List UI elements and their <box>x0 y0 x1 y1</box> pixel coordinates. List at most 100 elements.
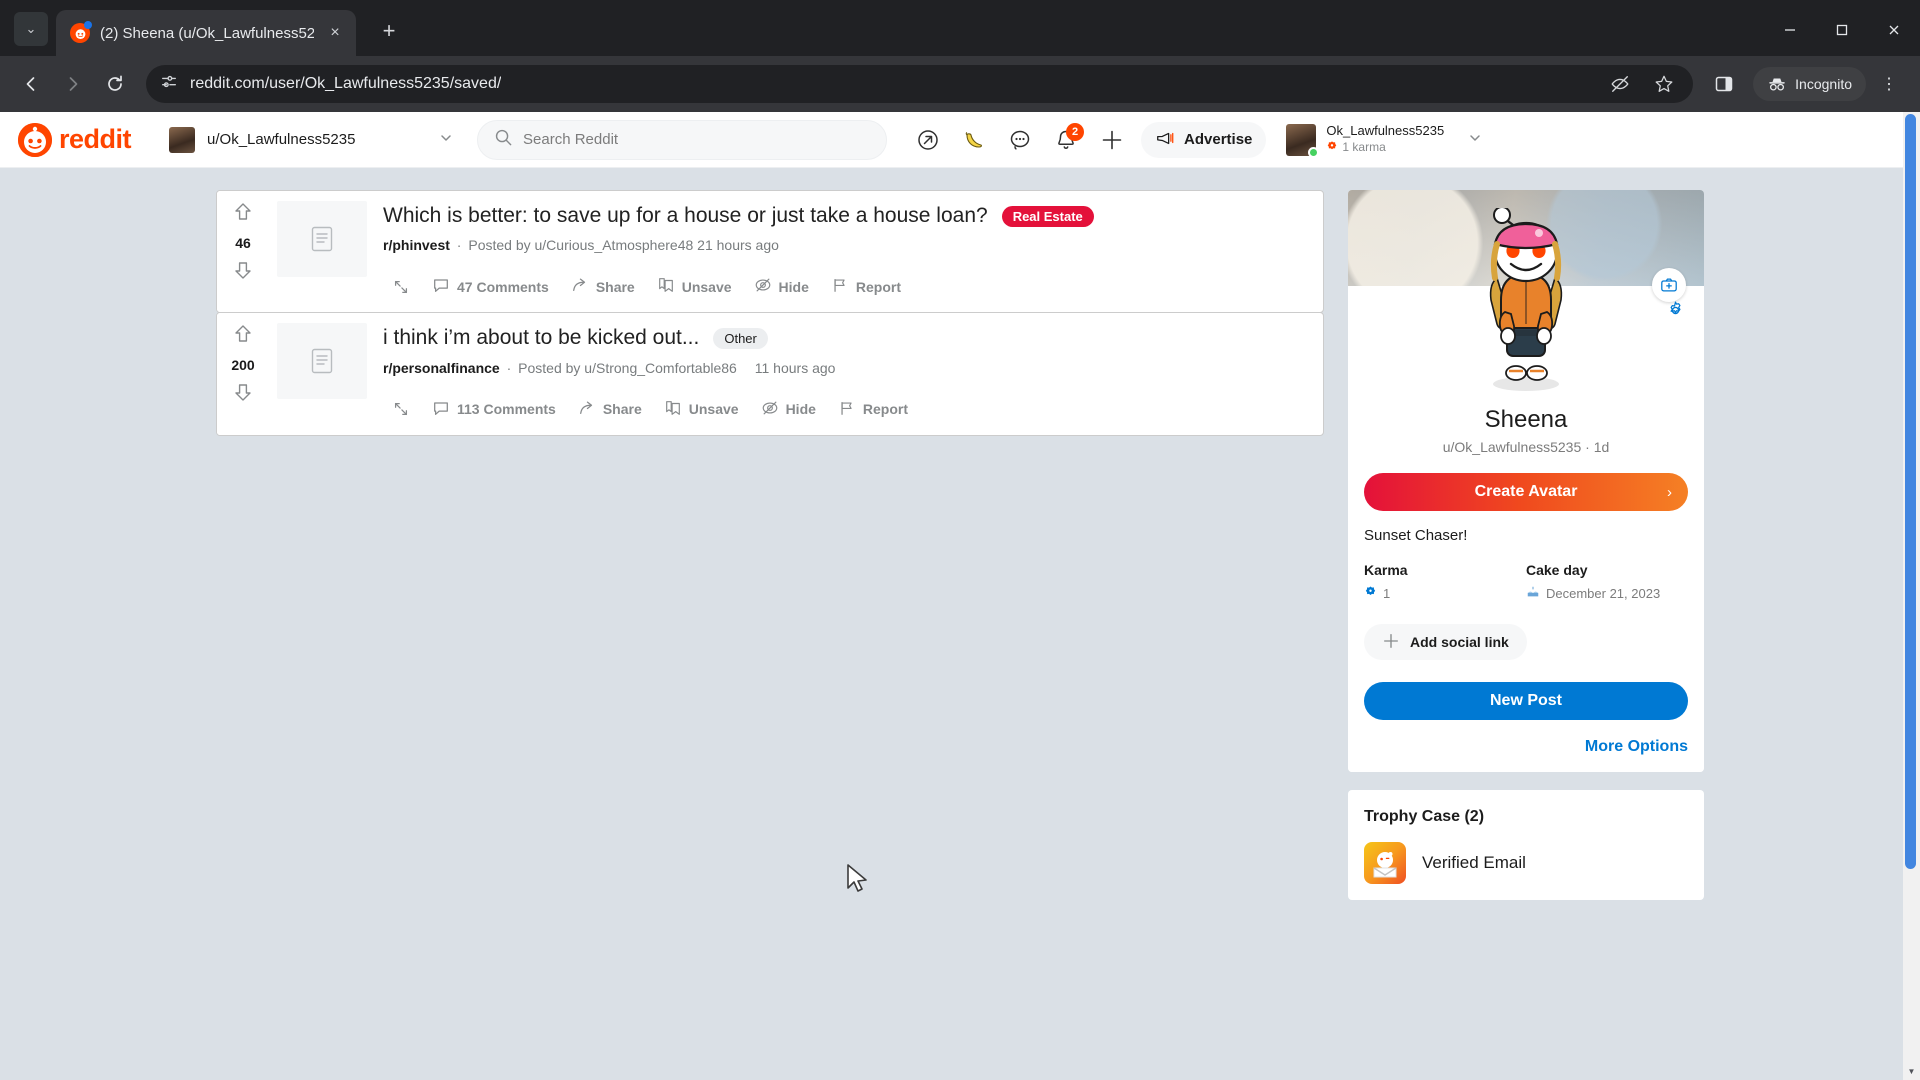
post-unsave-button[interactable]: Unsave <box>655 392 748 427</box>
url-text: reddit.com/user/Ok_Lawfulness5235/saved/ <box>190 75 502 92</box>
close-window-icon[interactable] <box>1868 8 1920 52</box>
share-icon <box>571 276 589 297</box>
text-post-icon <box>311 226 333 252</box>
downvote-icon[interactable] <box>232 259 254 285</box>
reload-icon[interactable] <box>96 65 134 103</box>
tab-strip: ⌄ (2) Sheena (u/Ok_Lawfulness52 × + <box>0 0 1920 56</box>
hide-label: Hide <box>785 401 816 417</box>
post-share-button[interactable]: Share <box>569 392 651 427</box>
expand-post-icon[interactable] <box>383 393 419 425</box>
scroll-down-arrow-icon[interactable]: ▼ <box>1903 1063 1920 1080</box>
forward-icon[interactable] <box>54 65 92 103</box>
browser-window: ⌄ (2) Sheena (u/Ok_Lawfulness52 × + redd… <box>0 0 1920 1080</box>
window-controls <box>1764 8 1920 52</box>
page-content: 46 Which is better: to save up for a hou… <box>0 168 1920 1080</box>
post-unsave-button[interactable]: Unsave <box>648 269 741 304</box>
search-input[interactable]: Search Reddit <box>477 119 888 160</box>
vote-bar: 46 <box>217 191 269 313</box>
post-actions: 47 Comments Share Unsave Hide Report <box>383 269 1309 304</box>
post-flair[interactable]: Real Estate <box>1001 205 1094 227</box>
karma-label: Karma <box>1364 562 1408 578</box>
post-card[interactable]: 200 i think i’m about to be kicked out..… <box>216 312 1324 436</box>
new-post-button[interactable]: New Post <box>1364 682 1688 720</box>
vote-score: 46 <box>235 235 251 251</box>
page-scrollbar[interactable]: ▲ ▼ <box>1903 112 1920 1080</box>
trophy-item[interactable]: Verified Email <box>1364 842 1688 884</box>
create-post-icon[interactable] <box>1093 121 1131 159</box>
advertise-button[interactable]: Advertise <box>1141 121 1267 158</box>
incognito-indicator[interactable]: Incognito <box>1753 67 1866 101</box>
post-author[interactable]: Posted by u/Curious_Atmosphere48 <box>468 237 693 253</box>
upvote-icon[interactable] <box>232 323 254 349</box>
share-icon <box>578 399 596 420</box>
edit-banner-camera-icon[interactable] <box>1652 268 1686 302</box>
post-meta: r/personalfinance · Posted by u/Strong_C… <box>383 360 1309 376</box>
post-hide-button[interactable]: Hide <box>752 392 825 427</box>
banana-icon[interactable] <box>955 121 993 159</box>
upvote-icon[interactable] <box>232 201 254 227</box>
cakeday-stat: Cake day December 21, 2023 <box>1526 562 1688 602</box>
post-report-button[interactable]: Report <box>829 392 917 427</box>
unsave-label: Unsave <box>688 401 739 417</box>
post-report-button[interactable]: Report <box>822 269 910 304</box>
user-menu-username: Ok_Lawfulness5235 <box>1326 123 1445 139</box>
tab-search-button[interactable]: ⌄ <box>14 12 48 46</box>
browser-tab[interactable]: (2) Sheena (u/Ok_Lawfulness52 × <box>56 10 356 56</box>
scrollbar-thumb[interactable] <box>1905 114 1916 870</box>
popular-icon[interactable] <box>909 121 947 159</box>
add-social-link-button[interactable]: Add social link <box>1364 624 1527 660</box>
post-hide-button[interactable]: Hide <box>745 269 818 304</box>
maximize-icon[interactable] <box>1816 8 1868 52</box>
comment-icon <box>432 399 450 420</box>
online-status-dot <box>1308 146 1320 158</box>
chevron-down-icon[interactable] <box>439 131 453 148</box>
post-comments-button[interactable]: 47 Comments <box>423 269 558 304</box>
meta-separator: · <box>456 237 462 254</box>
post-thumbnail[interactable] <box>277 323 367 400</box>
more-options-link[interactable]: More Options <box>1364 738 1688 756</box>
trophy-label: Verified Email <box>1422 853 1526 872</box>
post-subreddit[interactable]: r/phinvest <box>383 237 450 253</box>
chevron-right-icon: › <box>1667 483 1672 501</box>
post-subreddit[interactable]: r/personalfinance <box>383 360 500 376</box>
create-avatar-button[interactable]: Create Avatar › <box>1364 473 1688 511</box>
profile-settings-gear-icon[interactable] <box>1665 300 1686 326</box>
chevron-down-icon[interactable] <box>1468 131 1482 148</box>
add-social-link-label: Add social link <box>1410 634 1509 650</box>
reddit-header: reddit u/Ok_Lawfulness5235 Search Reddit <box>0 112 1920 168</box>
post-title[interactable]: i think i’m about to be kicked out... <box>383 325 699 351</box>
address-bar[interactable]: reddit.com/user/Ok_Lawfulness5235/saved/ <box>146 65 1694 103</box>
star-icon[interactable] <box>1645 65 1683 103</box>
post-card[interactable]: 46 Which is better: to save up for a hou… <box>216 190 1324 314</box>
browser-toolbar: reddit.com/user/Ok_Lawfulness5235/saved/… <box>0 56 1920 112</box>
post-meta: r/phinvest · Posted by u/Curious_Atmosph… <box>383 237 1309 253</box>
post-comments-button[interactable]: 113 Comments <box>423 392 565 427</box>
notifications-icon[interactable]: 2 <box>1047 121 1085 159</box>
post-thumbnail[interactable] <box>277 201 367 277</box>
close-tab-icon[interactable]: × <box>324 22 346 44</box>
expand-post-icon[interactable] <box>383 271 419 303</box>
hide-tracking-icon[interactable] <box>1601 65 1639 103</box>
post-author[interactable]: Posted by u/Strong_Comfortable86 <box>518 360 737 376</box>
user-menu[interactable]: Ok_Lawfulness5235 1 karma <box>1280 119 1488 159</box>
post-title[interactable]: Which is better: to save up for a house … <box>383 203 988 229</box>
header-icon-group: 2 <box>909 121 1131 159</box>
profile-display-name: Sheena <box>1484 406 1568 433</box>
chat-icon[interactable] <box>1001 121 1039 159</box>
user-switcher-dropdown[interactable]: u/Ok_Lawfulness5235 <box>161 121 461 159</box>
minimize-icon[interactable] <box>1764 8 1816 52</box>
profile-sidebar: Sheena u/Ok_Lawfulness5235 · 1d Create A… <box>1348 190 1704 1080</box>
page-settings-icon[interactable] <box>160 73 178 96</box>
reddit-logo[interactable]: reddit <box>18 122 132 157</box>
post-timestamp: 11 hours ago <box>754 359 836 376</box>
hide-icon <box>754 276 772 297</box>
post-share-button[interactable]: Share <box>562 269 644 304</box>
vote-bar: 200 <box>217 313 269 435</box>
back-icon[interactable] <box>12 65 50 103</box>
post-flair[interactable]: Other <box>713 327 768 349</box>
side-panel-icon[interactable] <box>1705 65 1743 103</box>
downvote-icon[interactable] <box>232 381 254 407</box>
new-tab-button[interactable]: + <box>372 14 406 48</box>
cakeday-stat-value: December 21, 2023 <box>1526 585 1688 602</box>
browser-menu-icon[interactable]: ⋮ <box>1870 65 1908 103</box>
